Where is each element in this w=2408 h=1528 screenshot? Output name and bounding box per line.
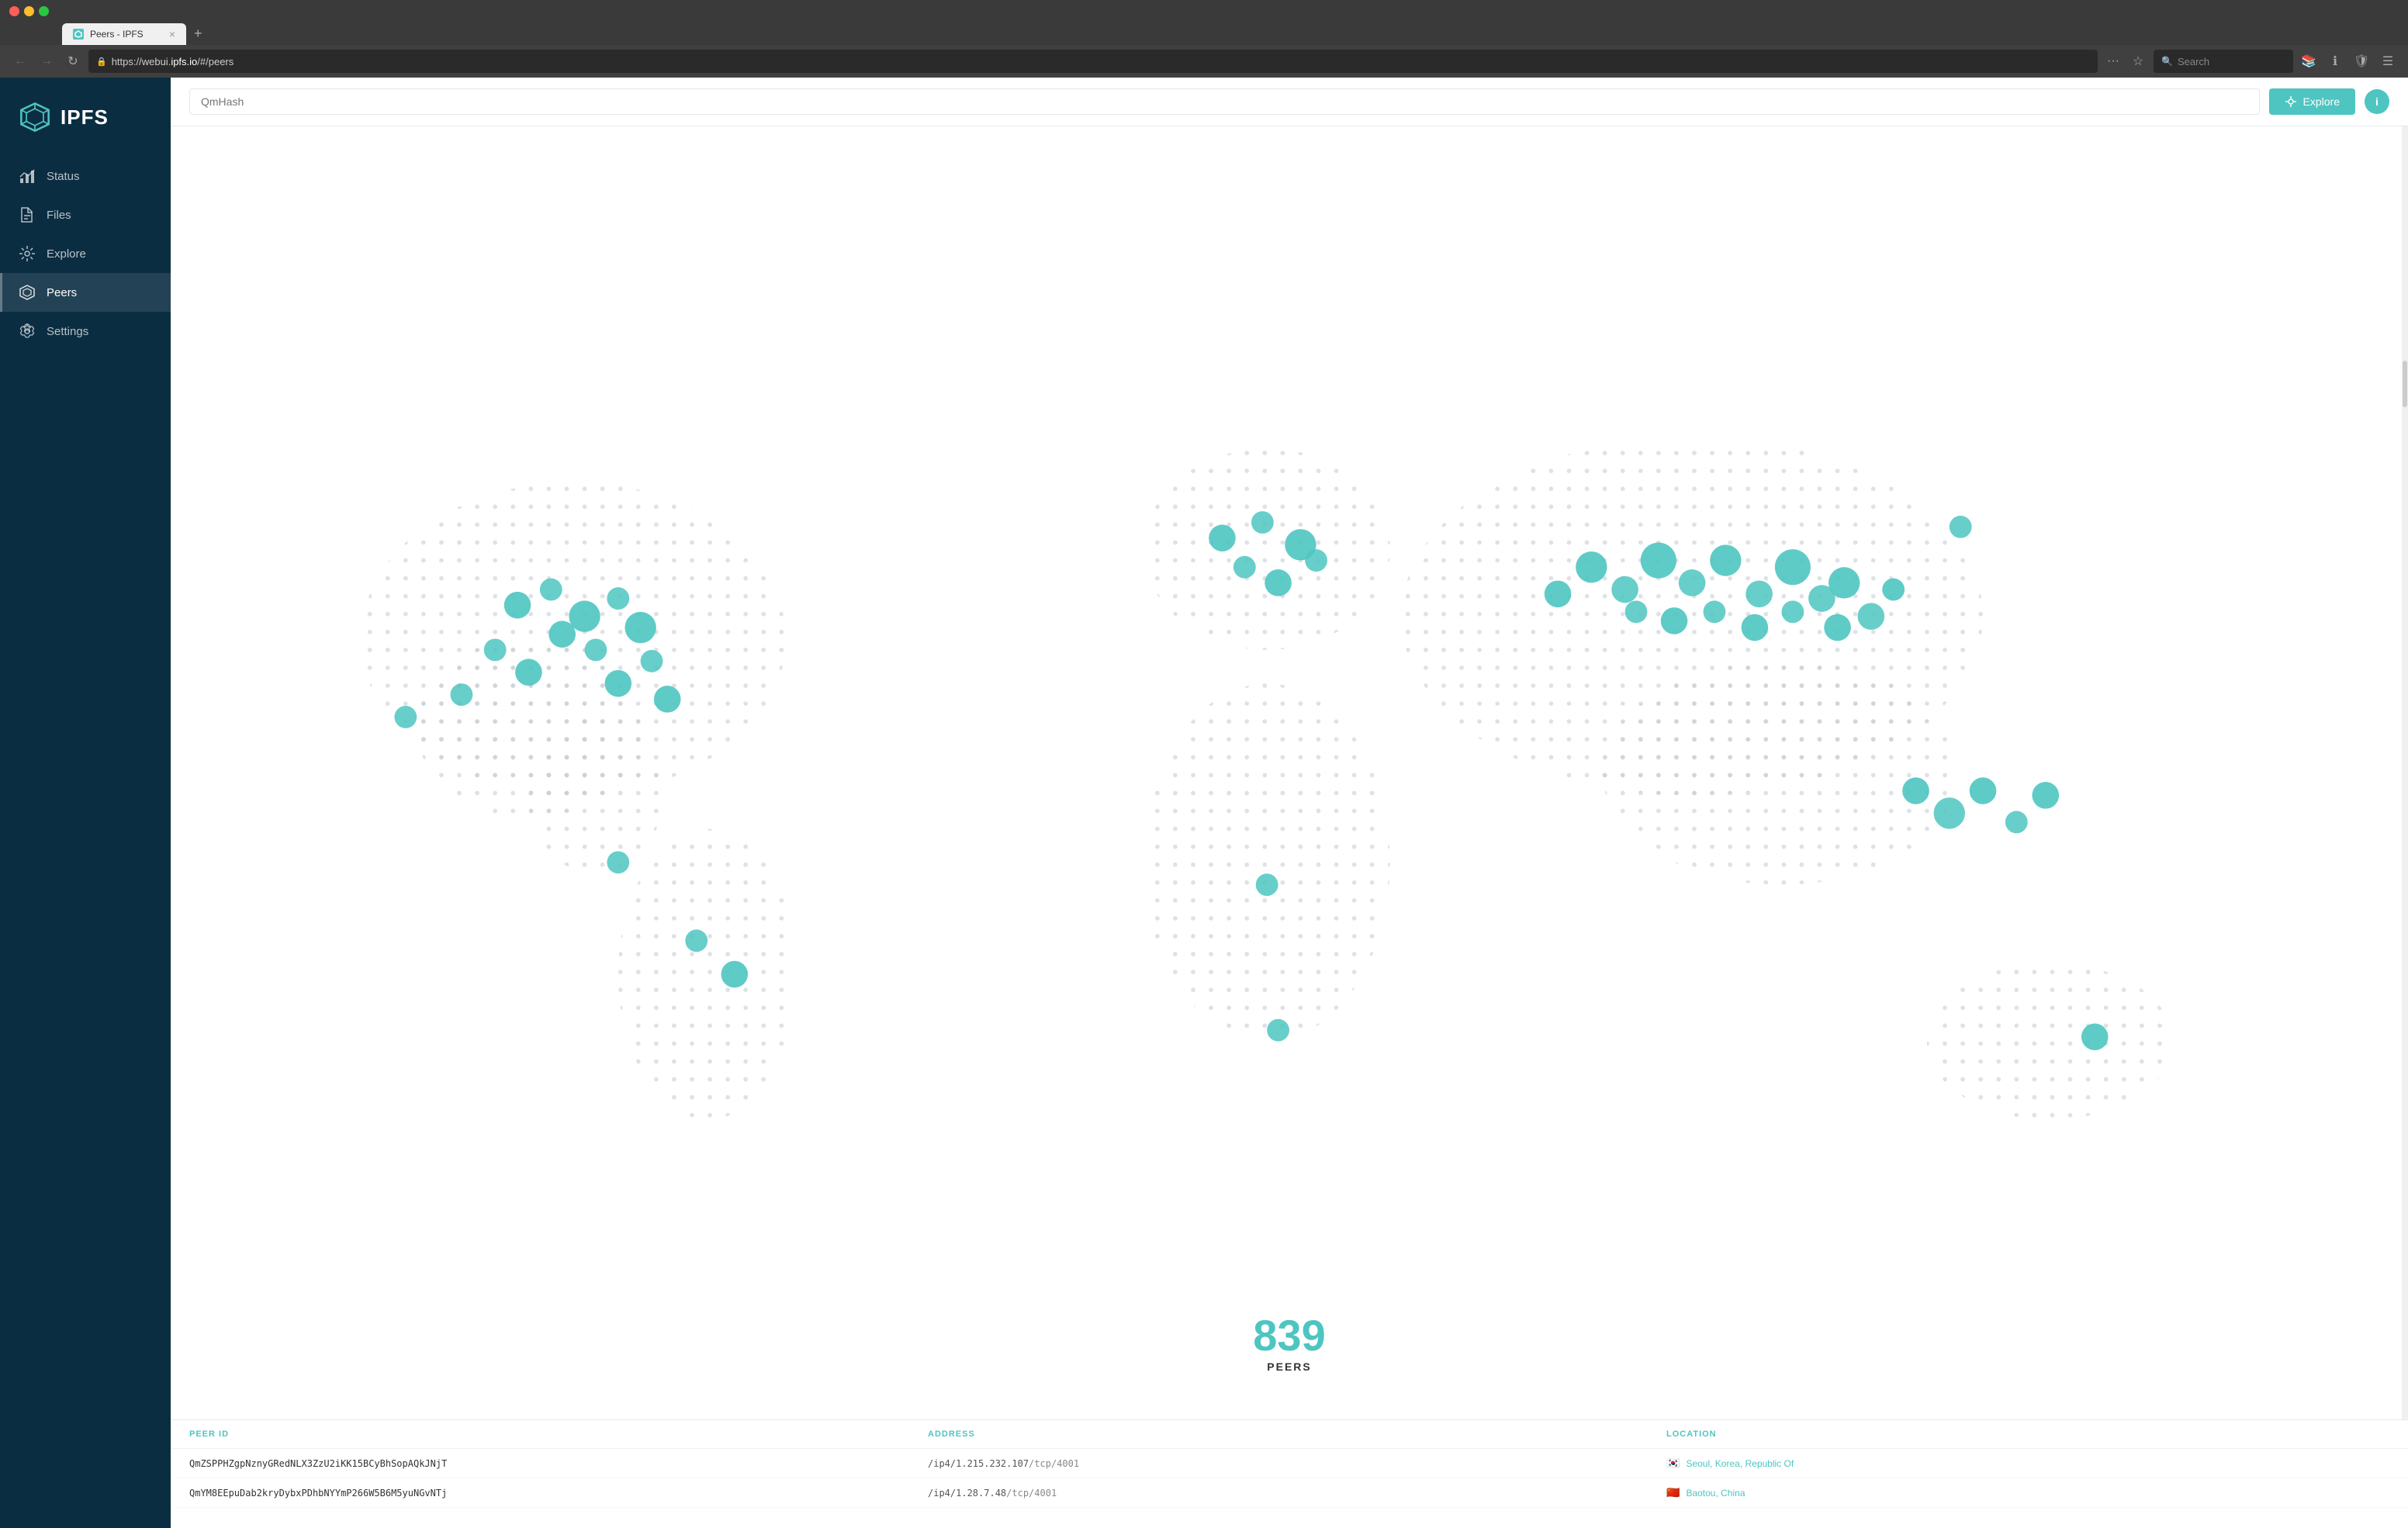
sidebar-item-explore-label: Explore	[47, 247, 86, 261]
sidebar-item-explore[interactable]: Explore	[0, 234, 171, 273]
close-button[interactable]	[9, 6, 19, 16]
browser-frame: Peers - IPFS × + ← → ↻ 🔒 https://webui.i…	[0, 0, 2408, 78]
peer-count-overlay: 839 PEERS	[1253, 1314, 1325, 1373]
scroll-thumb[interactable]	[2403, 361, 2407, 407]
peer-id-cell: QmZSPPHZgpNznyGRedNLX3ZzU2iKK15BCyBhSopA…	[189, 1458, 912, 1469]
address-bar[interactable]: 🔒 https://webui.ipfs.io/#/peers	[88, 50, 2098, 73]
explore-button[interactable]: Explore	[2269, 88, 2355, 115]
menu-button[interactable]: ☰	[2377, 50, 2399, 72]
explore-icon	[19, 245, 36, 262]
ipfs-logo-icon	[19, 101, 51, 133]
address-cell: /ip4/1.28.7.48/tcp/4001	[928, 1488, 1651, 1499]
flag-icon: 🇰🇷	[1666, 1457, 1680, 1470]
tab-close-button[interactable]: ×	[169, 29, 175, 40]
peers-icon	[19, 284, 36, 301]
sidebar-logo: IPFS	[0, 93, 171, 157]
bookmark-button[interactable]: ☆	[2127, 50, 2149, 72]
info-button[interactable]: ℹ	[2324, 50, 2346, 72]
minimize-button[interactable]	[24, 6, 34, 16]
address-protocol: /tcp/4001	[1029, 1458, 1079, 1469]
maximize-button[interactable]	[39, 6, 49, 16]
nav-actions: ··· ☆	[2102, 50, 2149, 72]
map-container: 839 PEERS	[171, 126, 2408, 1419]
url-display: https://webui.ipfs.io/#/peers	[112, 56, 234, 67]
peers-label: PEERS	[1253, 1360, 1325, 1373]
location-name: Baotou, China	[1686, 1488, 1745, 1499]
sidebar-item-status[interactable]: Status	[0, 157, 171, 195]
search-icon: 🔍	[2161, 56, 2173, 67]
table-row: QmZSPPHZgpNznyGRedNLX3ZzU2iKK15BCyBhSopA…	[171, 1449, 2408, 1478]
tab-bar: Peers - IPFS × +	[0, 22, 2408, 45]
sidebar-item-settings[interactable]: Settings	[0, 312, 171, 351]
sidebar-item-peers-label: Peers	[47, 286, 77, 299]
location-cell: 🇨🇳 Baotou, China	[1666, 1486, 2389, 1499]
refresh-button[interactable]: ↻	[62, 50, 84, 72]
browser-search-bar[interactable]: 🔍 Search	[2154, 50, 2293, 73]
peer-id-column-header: PEER ID	[189, 1429, 912, 1439]
search-placeholder-text: Search	[2178, 56, 2209, 67]
qmhash-input[interactable]	[189, 88, 2260, 115]
title-bar	[0, 0, 2408, 22]
world-map-svg	[171, 126, 2408, 1419]
explore-button-icon	[2285, 95, 2297, 108]
main-content: Explore i	[171, 78, 2408, 1528]
new-tab-button[interactable]: +	[188, 22, 209, 45]
status-icon	[19, 168, 36, 185]
explore-button-label: Explore	[2303, 95, 2340, 108]
sidebar-item-files-label: Files	[47, 209, 71, 222]
library-button[interactable]: 📚	[2298, 50, 2320, 72]
settings-icon	[19, 323, 36, 340]
sidebar: IPFS Status	[0, 78, 171, 1528]
sidebar-item-settings-label: Settings	[47, 325, 88, 338]
navigation-bar: ← → ↻ 🔒 https://webui.ipfs.io/#/peers ··…	[0, 45, 2408, 78]
url-domain: ipfs.io	[171, 56, 197, 67]
address-column-header: ADDRESS	[928, 1429, 1651, 1439]
info-button[interactable]: i	[2365, 89, 2389, 114]
peer-id-cell: QmYM8EEpuDab2kryDybxPDhbNYYmP266W5B6M5yu…	[189, 1488, 912, 1499]
address-prefix: /ip4/1.28.7.48	[928, 1488, 1006, 1499]
url-path: /#/peers	[197, 56, 234, 67]
address-protocol: /tcp/4001	[1006, 1488, 1057, 1499]
url-prefix: https://webui.	[112, 56, 171, 67]
flag-icon: 🇨🇳	[1666, 1486, 1680, 1499]
tab-favicon	[73, 29, 84, 40]
active-tab[interactable]: Peers - IPFS ×	[62, 23, 186, 45]
lock-icon: 🔒	[96, 57, 107, 67]
address-cell: /ip4/1.215.232.107/tcp/4001	[928, 1458, 1651, 1469]
sidebar-item-status-label: Status	[47, 170, 80, 183]
scroll-track[interactable]	[2402, 126, 2408, 1419]
location-cell: 🇰🇷 Seoul, Korea, Republic Of	[1666, 1457, 2389, 1470]
tab-title: Peers - IPFS	[90, 29, 163, 40]
location-column-header: LOCATION	[1666, 1429, 2389, 1439]
sidebar-item-files[interactable]: Files	[0, 195, 171, 234]
forward-button[interactable]: →	[36, 50, 57, 72]
shield-button[interactable]: 🛡	[2351, 50, 2372, 72]
table-header: PEER ID ADDRESS LOCATION	[171, 1420, 2408, 1449]
logo-text: IPFS	[61, 105, 109, 130]
top-bar: Explore i	[171, 78, 2408, 126]
traffic-lights	[9, 6, 49, 16]
back-button[interactable]: ←	[9, 50, 31, 72]
sidebar-item-peers[interactable]: Peers	[0, 273, 171, 312]
table-row: QmYM8EEpuDab2kryDybxPDhbNYYmP266W5B6M5yu…	[171, 1478, 2408, 1508]
location-name: Seoul, Korea, Republic Of	[1686, 1458, 1794, 1469]
app-container: IPFS Status	[0, 78, 2408, 1528]
peer-number: 839	[1253, 1314, 1325, 1357]
sidebar-nav: Status Files	[0, 157, 171, 351]
peers-table: PEER ID ADDRESS LOCATION QmZSPPHZgpNznyG…	[171, 1419, 2408, 1528]
files-icon	[19, 206, 36, 223]
address-prefix: /ip4/1.215.232.107	[928, 1458, 1029, 1469]
more-button[interactable]: ···	[2102, 50, 2124, 72]
